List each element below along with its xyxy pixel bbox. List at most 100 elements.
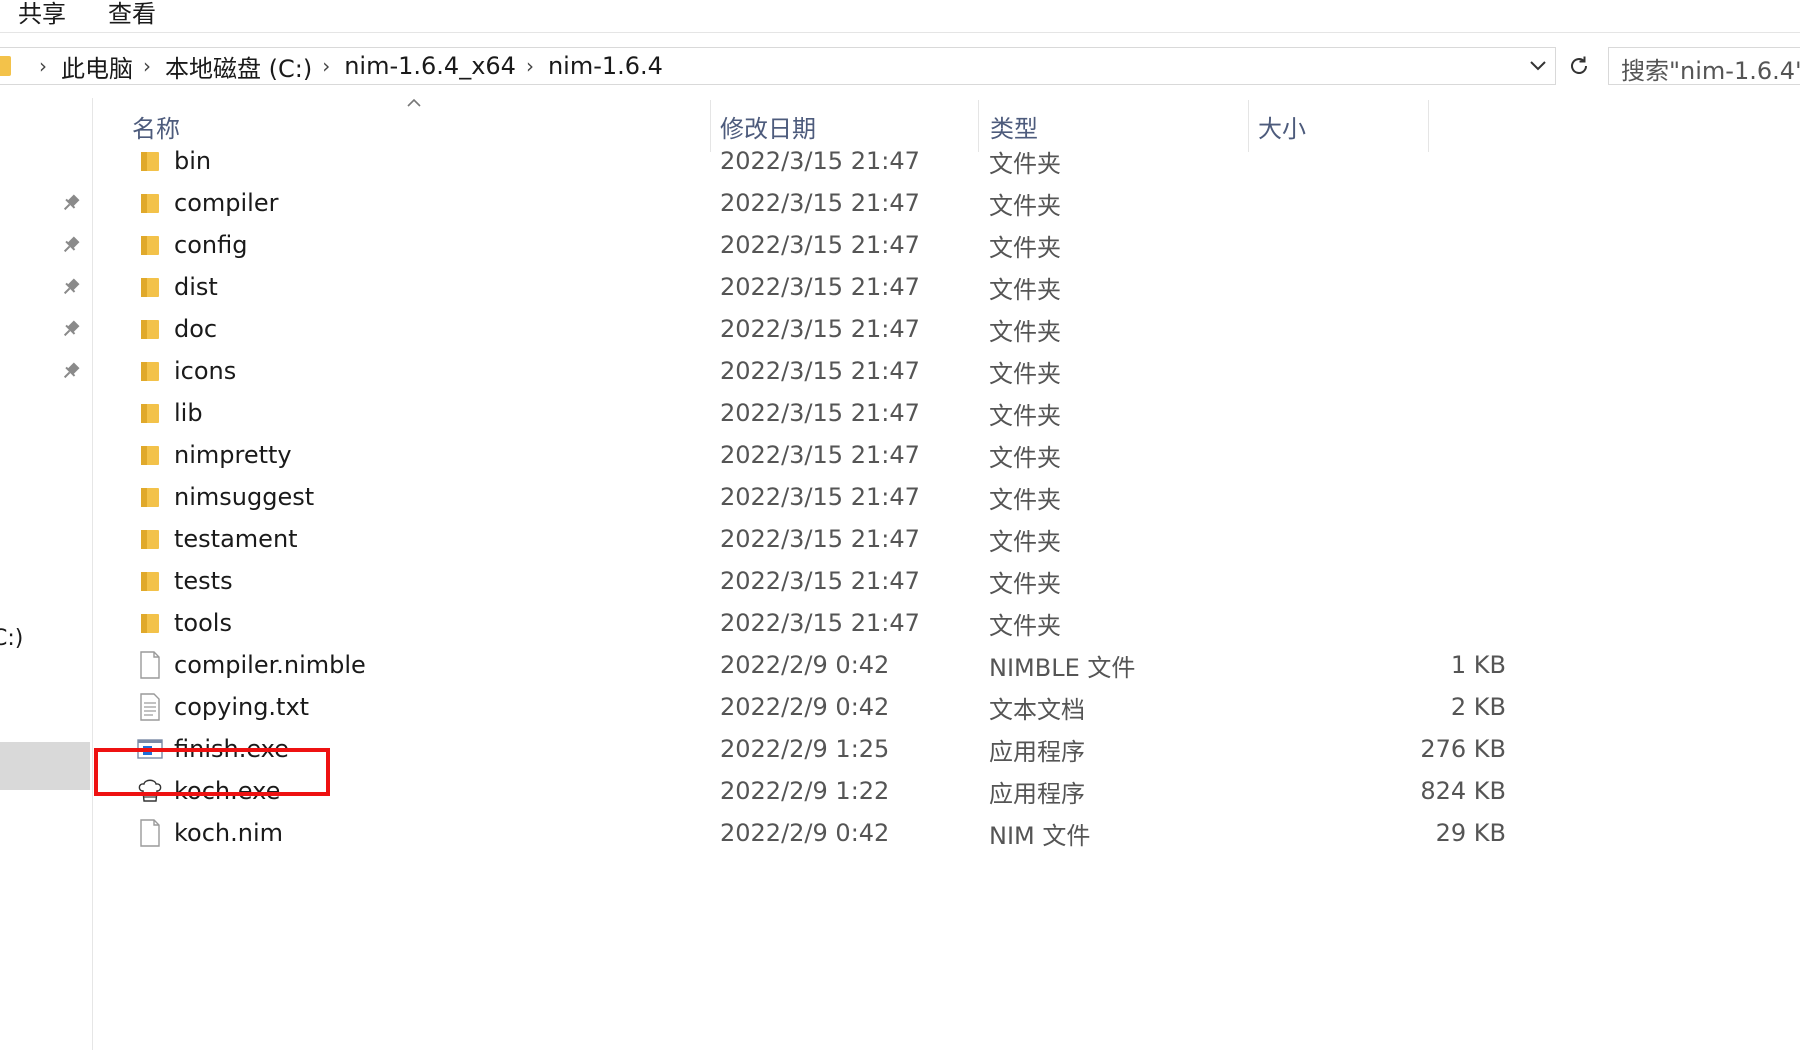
file-name: dist <box>174 273 218 301</box>
pin-icon[interactable] <box>60 318 82 340</box>
file-type: 文件夹 <box>989 611 1061 640</box>
file-date: 2022/3/15 21:47 <box>720 441 920 469</box>
file-row[interactable]: compiler.nimble 2022/2/9 0:42 NIMBLE 文件 1 K… <box>92 644 1552 686</box>
pin-icon[interactable] <box>60 360 82 382</box>
pin-icon[interactable] <box>60 192 82 214</box>
file-size <box>1326 392 1506 434</box>
file-name: config <box>174 231 248 259</box>
file-date: 2022/3/15 21:47 <box>720 483 920 511</box>
breadcrumb: › 此电脑 › 本地磁盘 (C:) › nim-1.6.4_x64 › nim-… <box>29 48 663 84</box>
file-size <box>1326 224 1506 266</box>
file-type: 应用程序 <box>989 779 1085 808</box>
file-date: 2022/3/15 21:47 <box>720 147 920 175</box>
chevron-right-icon[interactable]: › <box>143 54 151 78</box>
file-row[interactable]: bin 2022/3/15 21:47 文件夹 <box>92 140 1552 182</box>
file-name: nimpretty <box>174 441 292 469</box>
file-name: copying.txt <box>174 693 310 721</box>
file-name: koch.nim <box>174 819 284 847</box>
file-type: 文件夹 <box>989 401 1061 430</box>
file-row[interactable]: nimpretty 2022/3/15 21:47 文件夹 <box>92 434 1552 476</box>
nav-item-selected[interactable] <box>0 742 90 790</box>
file-name: tests <box>174 567 233 595</box>
blank-file-icon <box>136 644 164 686</box>
pin-icon[interactable] <box>60 234 82 256</box>
refresh-icon <box>1571 56 1587 74</box>
refresh-button[interactable] <box>1560 47 1598 85</box>
file-size <box>1326 140 1506 182</box>
file-date: 2022/2/9 0:42 <box>720 819 890 847</box>
folder-icon <box>136 434 164 476</box>
folder-icon <box>136 350 164 392</box>
search-box[interactable]: 搜索"nim-1.6.4" <box>1608 47 1800 85</box>
file-type: 文件夹 <box>989 527 1061 556</box>
file-name: tools <box>174 609 232 637</box>
breadcrumb-local-disk[interactable]: 本地磁盘 (C:) <box>165 49 312 84</box>
file-row[interactable]: dist 2022/3/15 21:47 文件夹 <box>92 266 1552 308</box>
file-row[interactable]: lib 2022/3/15 21:47 文件夹 <box>92 392 1552 434</box>
file-row[interactable]: tests 2022/3/15 21:47 文件夹 <box>92 560 1552 602</box>
file-size <box>1326 434 1506 476</box>
file-type: 文件夹 <box>989 359 1061 388</box>
file-date: 2022/3/15 21:47 <box>720 231 920 259</box>
file-row[interactable]: compiler 2022/3/15 21:47 文件夹 <box>92 182 1552 224</box>
ribbon-tab-bar: 共享 查看 <box>0 0 1800 33</box>
file-date: 2022/2/9 0:42 <box>720 651 890 679</box>
folder-icon <box>136 308 164 350</box>
file-size: 29 KB <box>1435 819 1506 847</box>
ribbon-tab-share[interactable]: 共享 <box>18 0 66 29</box>
search-placeholder: 搜索"nim-1.6.4" <box>1621 57 1800 85</box>
file-name: nimsuggest <box>174 483 315 511</box>
folder-icon <box>136 224 164 266</box>
file-size <box>1326 182 1506 224</box>
file-date: 2022/2/9 1:25 <box>720 735 890 763</box>
text-file-icon <box>136 686 164 728</box>
file-date: 2022/3/15 21:47 <box>720 399 920 427</box>
file-type: 文件夹 <box>989 485 1061 514</box>
folder-icon <box>136 266 164 308</box>
chevron-right-icon[interactable]: › <box>322 54 330 78</box>
file-size <box>1326 308 1506 350</box>
file-name: lib <box>174 399 203 427</box>
file-size: 2 KB <box>1450 693 1506 721</box>
file-type: 文件夹 <box>989 275 1061 304</box>
folder-icon <box>136 392 164 434</box>
breadcrumb-nim-x64[interactable]: nim-1.6.4_x64 <box>344 52 516 80</box>
ribbon-tab-view[interactable]: 查看 <box>108 0 156 29</box>
chevron-down-icon <box>1530 61 1546 71</box>
breadcrumb-this-pc[interactable]: 此电脑 <box>61 49 133 84</box>
file-size <box>1326 602 1506 644</box>
file-name: icons <box>174 357 237 385</box>
address-history-button[interactable] <box>1523 48 1553 84</box>
file-type: 文件夹 <box>989 149 1061 178</box>
file-type: 文件夹 <box>989 443 1061 472</box>
file-name: compiler <box>174 189 279 217</box>
file-row[interactable]: nimsuggest 2022/3/15 21:47 文件夹 <box>92 476 1552 518</box>
file-name: compiler.nimble <box>174 651 366 679</box>
file-date: 2022/3/15 21:47 <box>720 189 920 217</box>
file-row[interactable]: testament 2022/3/15 21:47 文件夹 <box>92 518 1552 560</box>
file-row[interactable]: copying.txt 2022/2/9 0:42 文本文档 2 KB <box>92 686 1552 728</box>
file-date: 2022/3/15 21:47 <box>720 273 920 301</box>
folder-icon <box>136 140 164 182</box>
file-date: 2022/3/15 21:47 <box>720 357 920 385</box>
file-row[interactable]: tools 2022/3/15 21:47 文件夹 <box>92 602 1552 644</box>
file-name: bin <box>174 147 212 175</box>
file-size <box>1326 350 1506 392</box>
chevron-right-icon[interactable]: › <box>39 54 47 78</box>
file-size: 824 KB <box>1420 777 1506 805</box>
file-row[interactable]: doc 2022/3/15 21:47 文件夹 <box>92 308 1552 350</box>
file-type: 文件夹 <box>989 191 1061 220</box>
file-row[interactable]: koch.nim 2022/2/9 0:42 NIM 文件 29 KB <box>92 812 1552 854</box>
file-date: 2022/2/9 0:42 <box>720 693 890 721</box>
file-row[interactable]: icons 2022/3/15 21:47 文件夹 <box>92 350 1552 392</box>
file-name: doc <box>174 315 218 343</box>
nav-item-local-disk[interactable]: C:) <box>0 626 23 651</box>
chevron-right-icon[interactable]: › <box>526 54 534 78</box>
folder-icon <box>136 602 164 644</box>
file-date: 2022/3/15 21:47 <box>720 525 920 553</box>
file-row[interactable]: config 2022/3/15 21:47 文件夹 <box>92 224 1552 266</box>
breadcrumb-nim[interactable]: nim-1.6.4 <box>548 52 663 80</box>
pin-icon[interactable] <box>60 276 82 298</box>
address-bar[interactable]: › 此电脑 › 本地磁盘 (C:) › nim-1.6.4_x64 › nim-… <box>0 47 1556 85</box>
file-size: 1 KB <box>1450 651 1506 679</box>
